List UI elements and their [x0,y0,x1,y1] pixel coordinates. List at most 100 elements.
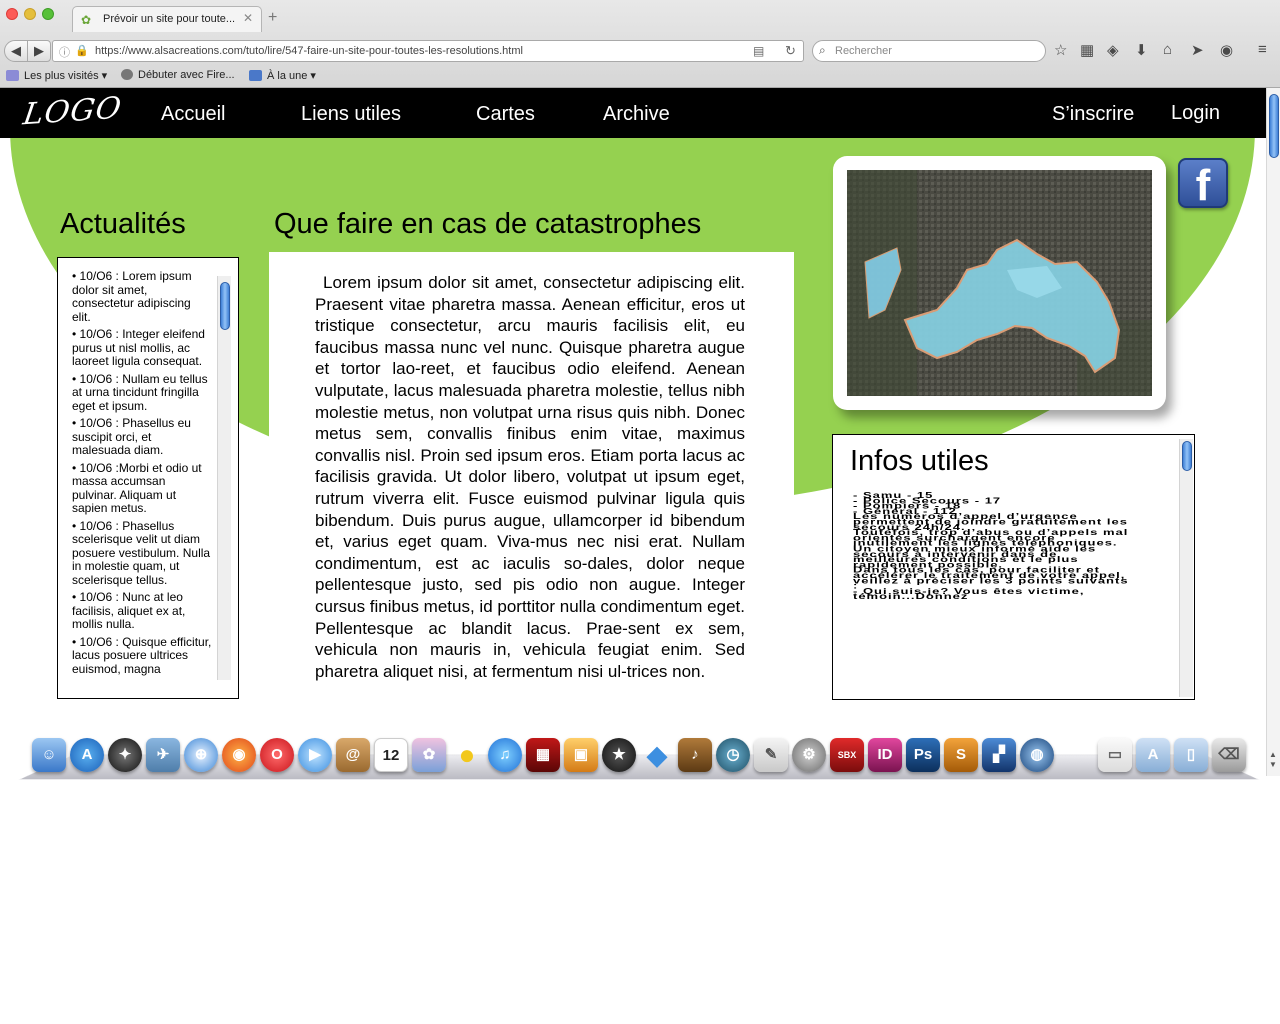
menu-icon[interactable]: ≡ [1258,41,1267,58]
itunes-icon[interactable]: ♫ [488,738,522,772]
minimize-window-button[interactable] [24,8,36,20]
send-icon[interactable]: ➤ [1191,41,1204,59]
bookmark-most-visited[interactable]: Les plus visités ▾ [6,69,107,82]
opera-icon[interactable]: O [260,738,294,772]
preview-icon[interactable]: ✈ [146,738,180,772]
news-item: • 10/O6 : Phasellus scelerisque velit ut… [72,518,211,587]
sync-icon[interactable]: ◉ [1220,41,1233,59]
reload-icon[interactable]: ↻ [785,43,796,59]
firefox-icon[interactable]: ◉ [222,738,256,772]
safari-icon[interactable]: ⊕ [184,738,218,772]
desktop-blank-area [0,780,1280,1024]
map-svg [847,170,1152,396]
garageband-icon[interactable]: ♪ [678,738,712,772]
facetime-icon[interactable]: ▶ [298,738,332,772]
news-item: • 10/O6 : Nullam eu tellus at urna tinci… [72,371,208,413]
site-favicon-icon: ✿ [81,13,92,27]
reading-list-icon[interactable]: ▦ [1080,41,1094,59]
news-item: • 10/O6 : Integer eleifend purus ut nisl… [72,327,205,368]
dock-icons: ☺ A ✦ ✈ ⊕ ◉ O ▶ @ 12 ✿ ● ♫ ▦ ▣ ★ ◆ ♪ ◷ ✎… [28,734,1258,774]
tab-title: Prévoir un site pour toute... [103,13,236,25]
nav-liens-utiles[interactable]: Liens utiles [301,103,401,126]
bookmark-label: À la une ▾ [267,70,316,82]
news-item: • 10/O6 : Nunc at leo facilisis, aliquet… [72,590,186,631]
info-icon[interactable]: ⓘ [59,44,70,60]
new-tab-button[interactable]: + [268,9,277,27]
photo-booth-icon[interactable]: ✿ [412,738,446,772]
tab-close-icon[interactable]: ✕ [243,11,253,25]
bookmarks-toolbar: Les plus visités ▾ Débuter avec Fire... … [0,66,1280,86]
textedit-icon[interactable]: ✎ [754,738,788,772]
infos-content: - Samu - 15 - Police Secours - 17 - Pomp… [853,491,1133,600]
photoshop-icon[interactable]: Ps [906,738,940,772]
nav-archive[interactable]: Archive [603,103,670,126]
infos-scrollbar[interactable] [1179,439,1193,697]
calendar-icon[interactable]: 12 [374,738,408,772]
finder-icon[interactable]: ☺ [32,738,66,772]
firefox-gear-icon [121,69,133,80]
site-logo[interactable]: LOGO [21,91,124,133]
zoom-window-button[interactable] [42,8,54,20]
news-scroll-thumb[interactable] [220,282,230,330]
map-card[interactable] [833,156,1166,410]
dvd-player-icon[interactable]: ▦ [526,738,560,772]
folder-icon [6,70,19,81]
sublime-text-icon[interactable]: S [944,738,978,772]
macos-dock: ☺ A ✦ ✈ ⊕ ◉ O ▶ @ 12 ✿ ● ♫ ▦ ▣ ★ ◆ ♪ ◷ ✎… [0,724,1280,780]
infos-heading: Infos utiles [850,445,989,477]
signup-link[interactable]: S’inscrire [1052,103,1134,126]
url-bar[interactable]: ⓘ 🔒 https://www.alsacreations.com/tuto/l… [52,40,804,62]
dashboard-icon[interactable]: ▞ [982,738,1016,772]
nav-cartes[interactable]: Cartes [476,103,535,126]
bookmark-getting-started[interactable]: Débuter avec Fire... [121,69,235,81]
time-machine-icon[interactable]: ◷ [716,738,750,772]
login-link[interactable]: Login [1171,102,1220,125]
system-preferences-icon[interactable]: ⚙ [792,738,826,772]
bookmark-label: Débuter avec Fire... [138,69,235,81]
documents-folder-icon[interactable]: ▯ [1174,738,1208,772]
browser-tab[interactable]: ✿ Prévoir un site pour toute... ✕ [72,6,262,32]
bookmark-headlines[interactable]: À la une ▾ [249,69,316,82]
close-window-button[interactable] [6,8,18,20]
applications-folder-icon[interactable]: A [1136,738,1170,772]
news-panel: • 10/O6 : Lorem ipsum dolor sit amet, co… [57,257,239,699]
browser-chrome: ✿ Prévoir un site pour toute... ✕ + ◀ ▶ … [0,0,1280,88]
back-button[interactable]: ◀ [4,40,28,62]
nav-accueil[interactable]: Accueil [161,103,225,126]
bookmark-star-icon[interactable]: ☆ [1054,41,1067,59]
web-page: LOGO Accueil Liens utiles Cartes Archive… [0,88,1266,776]
site-navbar: LOGO Accueil Liens utiles Cartes Archive… [0,88,1266,138]
news-item: • 10/O6 : Lorem ipsum dolor sit amet, co… [72,269,192,324]
forward-button[interactable]: ▶ [27,40,51,62]
facebook-icon[interactable]: f [1178,158,1228,210]
news-item: • 10/O6 :Morbi et odio ut massa accumsan… [72,460,202,515]
sbx-icon[interactable]: SBX [830,738,864,772]
news-list: • 10/O6 : Lorem ipsum dolor sit amet, co… [72,269,212,680]
reader-view-icon[interactable]: ▤ [753,44,764,58]
contacts-icon[interactable]: @ [336,738,370,772]
news-item: • 10/O6 : Quisque efficitur, lacus posue… [72,634,212,676]
cyberduck-icon[interactable]: ● [450,738,484,772]
imovie-icon[interactable]: ★ [602,738,636,772]
app-store-icon[interactable]: A [70,738,104,772]
trash-icon[interactable]: ⌫ [1212,738,1246,772]
search-placeholder: Rechercher [835,45,892,57]
flood-map-image[interactable] [847,170,1152,396]
download-icon[interactable]: ⬇ [1135,41,1148,59]
globe-icon[interactable]: ◍ [1020,738,1054,772]
iphoto-icon[interactable]: ▣ [564,738,598,772]
page-scroll-thumb[interactable] [1269,94,1279,158]
page-scrollbar[interactable]: ▲ ▼ [1266,88,1280,776]
dropbox-icon[interactable]: ◆ [640,738,674,772]
infos-scroll-thumb[interactable] [1182,441,1192,471]
rss-icon [249,70,262,81]
actualites-heading: Actualités [60,208,186,240]
home-icon[interactable]: ⌂ [1163,41,1172,58]
pocket-icon[interactable]: ◈ [1107,41,1119,59]
document-icon[interactable]: ▭ [1098,738,1132,772]
search-input[interactable]: ⌕ Rechercher [812,40,1046,62]
news-scrollbar[interactable] [217,276,231,680]
indesign-icon[interactable]: ID [868,738,902,772]
launchpad-icon[interactable]: ✦ [108,738,142,772]
url-text[interactable]: https://www.alsacreations.com/tuto/lire/… [95,45,523,57]
